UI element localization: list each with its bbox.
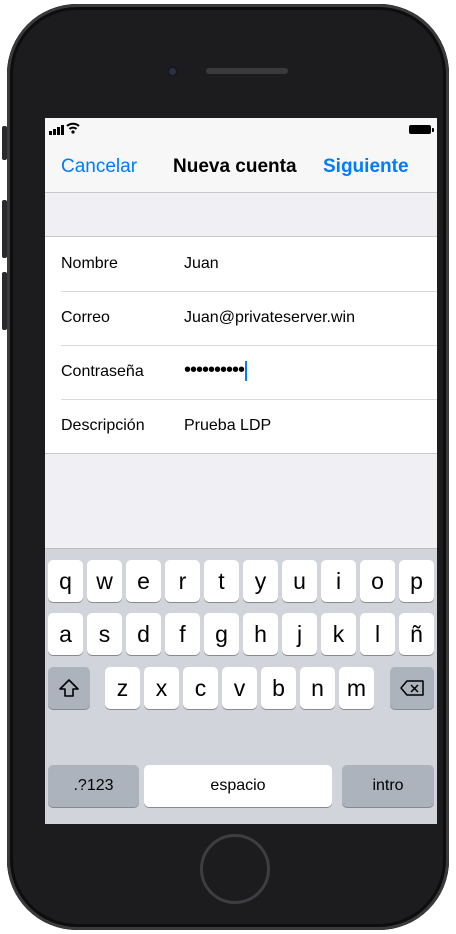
mute-switch[interactable]: [2, 126, 7, 160]
page-title: Nueva cuenta: [173, 156, 297, 177]
email-label: Correo: [61, 309, 110, 326]
description-input[interactable]: Prueba LDP: [184, 417, 271, 435]
text-cursor: [245, 360, 248, 381]
space-key[interactable]: espacio: [144, 765, 332, 807]
front-camera: [167, 66, 178, 77]
key-j[interactable]: j: [282, 613, 317, 655]
signal-icon: [49, 125, 64, 135]
key-m[interactable]: m: [339, 667, 374, 709]
key-v[interactable]: v: [222, 667, 257, 709]
cancel-button[interactable]: Cancelar: [61, 156, 137, 178]
password-masked-value: ••••••••••: [184, 359, 245, 381]
key-e[interactable]: e: [126, 560, 161, 602]
return-key[interactable]: intro: [342, 765, 434, 807]
volume-down-button[interactable]: [2, 272, 7, 330]
key-q[interactable]: q: [48, 560, 83, 602]
numbers-key[interactable]: .?123: [48, 765, 139, 807]
password-field-row[interactable]: Contraseña ••••••••••: [45, 345, 437, 399]
key-l[interactable]: l: [360, 613, 395, 655]
shift-key[interactable]: [48, 667, 90, 709]
key-z[interactable]: z: [105, 667, 140, 709]
key-r[interactable]: r: [165, 560, 200, 602]
phone-screen: Cancelar Nueva cuenta Siguiente Nombre J…: [45, 118, 437, 824]
key-u[interactable]: u: [282, 560, 317, 602]
name-label: Nombre: [61, 255, 118, 272]
key-b[interactable]: b: [261, 667, 296, 709]
key-i[interactable]: i: [321, 560, 356, 602]
wifi-icon: [66, 122, 80, 134]
home-button[interactable]: [200, 834, 270, 904]
key-enye[interactable]: ñ: [399, 613, 434, 655]
key-k[interactable]: k: [321, 613, 356, 655]
key-w[interactable]: w: [87, 560, 122, 602]
key-x[interactable]: x: [144, 667, 179, 709]
key-f[interactable]: f: [165, 613, 200, 655]
key-s[interactable]: s: [87, 613, 122, 655]
key-y[interactable]: y: [243, 560, 278, 602]
name-input[interactable]: Juan: [184, 255, 219, 273]
navigation-bar: Cancelar Nueva cuenta Siguiente: [45, 140, 437, 193]
backspace-icon: [400, 680, 424, 696]
name-field-row[interactable]: Nombre Juan: [45, 237, 437, 291]
volume-up-button[interactable]: [2, 200, 7, 258]
key-a[interactable]: a: [48, 613, 83, 655]
key-p[interactable]: p: [399, 560, 434, 602]
password-label: Contraseña: [61, 363, 144, 380]
password-input[interactable]: ••••••••••: [184, 359, 248, 382]
key-o[interactable]: o: [360, 560, 395, 602]
status-bar: [45, 118, 437, 140]
earpiece-speaker: [206, 68, 288, 74]
key-n[interactable]: n: [300, 667, 335, 709]
key-d[interactable]: d: [126, 613, 161, 655]
key-g[interactable]: g: [204, 613, 239, 655]
key-t[interactable]: t: [204, 560, 239, 602]
next-button[interactable]: Siguiente: [323, 156, 409, 178]
onscreen-keyboard: q w e r t y u i o p a s d f g h j k l ñ …: [45, 548, 437, 824]
battery-icon: [409, 125, 434, 134]
key-c[interactable]: c: [183, 667, 218, 709]
backspace-key[interactable]: [390, 667, 434, 709]
shift-icon: [59, 679, 79, 697]
description-label: Descripción: [61, 417, 145, 434]
account-form: Nombre Juan Correo Juan@privateserver.wi…: [45, 236, 437, 454]
email-input[interactable]: Juan@privateserver.win: [184, 309, 355, 327]
email-field-row[interactable]: Correo Juan@privateserver.win: [45, 291, 437, 345]
description-field-row[interactable]: Descripción Prueba LDP: [45, 399, 437, 453]
key-h[interactable]: h: [243, 613, 278, 655]
